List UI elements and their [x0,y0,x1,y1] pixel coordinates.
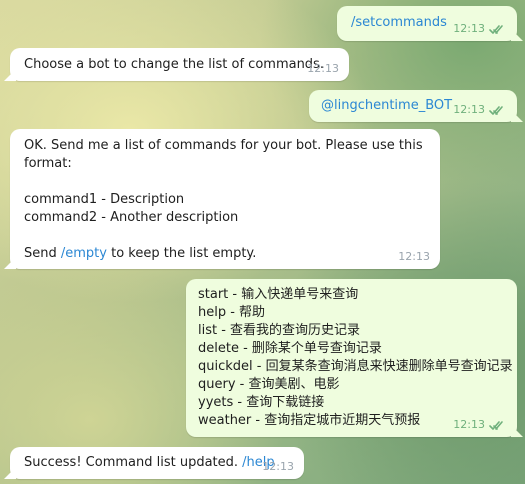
message-text: Choose a bot to change the list of comma… [24,57,324,72]
message-text: OK. Send me a list of commands for your … [24,137,423,263]
command-line: list - 查看我的查询历史记录 [198,323,361,338]
text-fragment: Send [24,246,61,261]
message-meta: 12:13 [453,22,507,36]
command-line: yyets - 查询下载链接 [198,395,325,410]
command-line: quickdel - 回复某条查询消息来快速删除单号查询记录 [198,359,513,374]
chat-area[interactable]: /setcommands 12:13 Choose a bot to chang… [0,0,525,484]
message-time: 12:13 [453,103,485,116]
message-meta: 12:13 [453,103,507,117]
double-check-icon [489,420,503,430]
message-line: format: [24,156,72,171]
message-text: Success! Command list updated. /help [24,454,275,472]
message-line: Send /empty to keep the list empty. [24,245,423,263]
message-meta: 12:13 [453,418,507,432]
message-time: 12:13 [307,62,339,75]
text-fragment: Success! Command list updated. [24,455,243,470]
message-meta: 12:13 [398,250,430,264]
message-line: command1 - Description [24,192,185,207]
incoming-message[interactable]: Success! Command list updated. /help 12:… [10,447,304,479]
command-line: query - 查询美剧、电影 [198,377,340,392]
double-check-icon [489,24,503,34]
incoming-message[interactable]: OK. Send me a list of commands for your … [10,129,440,269]
command-list: start - 输入快递单号来查询 help - 帮助 list - 查看我的查… [198,286,513,430]
outgoing-message[interactable]: /setcommands 12:13 [337,6,517,41]
empty-command-link[interactable]: /empty [61,246,107,261]
message-time: 12:13 [453,418,485,431]
message-time: 12:13 [262,460,294,473]
command-line: delete - 删除某个单号查询记录 [198,341,382,356]
message-text[interactable]: /setcommands [351,14,447,32]
message-time: 12:13 [398,250,430,263]
message-time: 12:13 [453,22,485,35]
command-line: help - 帮助 [198,305,266,320]
outgoing-message[interactable]: @lingchentime_BOT 12:13 [309,90,517,122]
outgoing-message[interactable]: start - 输入快递单号来查询 help - 帮助 list - 查看我的查… [186,279,517,437]
message-meta: 12:13 [307,62,339,76]
message-line: OK. Send me a list of commands for your … [24,138,423,153]
command-line: start - 输入快递单号来查询 [198,287,359,302]
double-check-icon [489,105,503,115]
message-line: command2 - Another description [24,210,239,225]
text-fragment: to keep the list empty. [106,246,257,261]
message-text[interactable]: @lingchentime_BOT [321,97,452,115]
message-meta: 12:13 [262,460,294,474]
incoming-message[interactable]: Choose a bot to change the list of comma… [10,48,349,81]
